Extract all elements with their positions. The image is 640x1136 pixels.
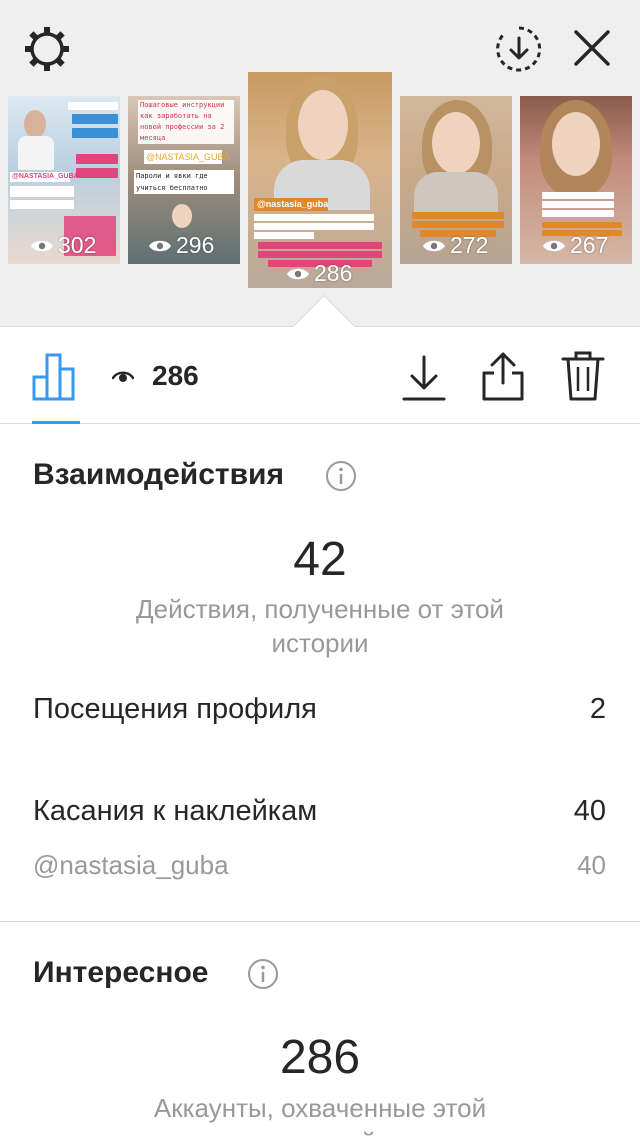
thumbnail-views-count: 267 bbox=[570, 232, 609, 258]
share-icon bbox=[482, 352, 524, 401]
eye-icon bbox=[287, 268, 309, 279]
eye-icon bbox=[543, 240, 565, 251]
story-thumbnail[interactable]: 267 bbox=[520, 96, 632, 264]
sticker-strip bbox=[412, 212, 504, 219]
gear-icon bbox=[25, 27, 69, 71]
discovery-title: Интересное bbox=[33, 956, 209, 989]
save-story-button[interactable] bbox=[494, 24, 544, 74]
close-button[interactable] bbox=[568, 24, 616, 72]
sticker-strip bbox=[76, 154, 118, 164]
download-icon bbox=[402, 355, 446, 401]
sticker-strip bbox=[254, 223, 374, 230]
sticker-strip bbox=[254, 214, 374, 221]
sticker-strip bbox=[10, 200, 74, 209]
sticker-strip bbox=[542, 210, 614, 217]
handle-sticker: @nastasia_guba bbox=[254, 198, 328, 211]
section-divider bbox=[0, 921, 640, 922]
person-image bbox=[432, 112, 480, 174]
eye-icon bbox=[423, 240, 445, 251]
download-button[interactable] bbox=[402, 349, 446, 403]
sticker-strip bbox=[10, 186, 74, 197]
sticker-strip bbox=[72, 128, 118, 138]
sticker-taps-label: Касания к наклейкам bbox=[33, 795, 318, 827]
sticker-strip bbox=[258, 242, 382, 249]
sticker-strip bbox=[412, 221, 504, 228]
interactions-caption: Действия, полученные от этой истории bbox=[136, 594, 504, 658]
pointer-mask bbox=[290, 327, 360, 357]
thumbnail-views: 272 bbox=[422, 232, 488, 259]
sticker-strip bbox=[542, 192, 614, 199]
story-thumbnail[interactable]: @NASTASIA_GUBA 302 bbox=[8, 96, 120, 264]
info-button[interactable] bbox=[325, 460, 357, 492]
discovery-total: 286 bbox=[279, 1031, 361, 1084]
story-thumbnail[interactable]: 272 bbox=[400, 96, 512, 264]
person-image bbox=[298, 90, 348, 160]
trash-icon bbox=[561, 351, 605, 401]
thumbnail-views: 286 bbox=[286, 260, 352, 287]
bar-chart-icon bbox=[32, 353, 75, 401]
sticker-strip bbox=[72, 114, 118, 124]
thumbnail-views-count: 272 bbox=[450, 232, 489, 258]
close-icon bbox=[574, 30, 610, 66]
interactions-title: Взаимодействия bbox=[33, 458, 284, 491]
sticker-strip bbox=[542, 222, 622, 228]
sticker-strip bbox=[258, 251, 382, 258]
save-story-icon bbox=[496, 26, 542, 72]
person-image bbox=[552, 112, 600, 176]
share-button[interactable] bbox=[480, 349, 526, 403]
story-thumbnail-selected[interactable]: @nastasia_guba 286 bbox=[248, 72, 392, 288]
story-caption: Пароли и явки где учиться бесплатно bbox=[134, 170, 234, 194]
thumbnail-views: 267 bbox=[542, 232, 608, 259]
thumbnail-views-count: 286 bbox=[314, 260, 353, 286]
delete-button[interactable] bbox=[560, 349, 606, 403]
sticker-strip bbox=[254, 232, 314, 239]
sticker-strip bbox=[542, 201, 614, 208]
profile-visits-value: 2 bbox=[589, 693, 606, 725]
story-strip: @NASTASIA_GUBA 302 Пошаговые инструкции … bbox=[0, 0, 640, 326]
sticker-handle-value: 40 bbox=[577, 850, 606, 880]
sticker-strip bbox=[76, 168, 118, 178]
thumbnail-views-count: 302 bbox=[58, 232, 97, 258]
handle-sticker: @NASTASIA_GUBA bbox=[144, 150, 230, 164]
interactions-total: 42 bbox=[293, 533, 347, 586]
eye-icon bbox=[149, 240, 171, 251]
thumbnail-views: 296 bbox=[148, 232, 214, 259]
thumbnail-views-count: 296 bbox=[176, 232, 215, 258]
info-icon bbox=[326, 461, 356, 491]
sticker-strip bbox=[68, 102, 118, 110]
handle-sticker: @NASTASIA_GUBA bbox=[10, 172, 79, 182]
views-count[interactable]: 286 bbox=[112, 360, 199, 392]
views-count-value: 286 bbox=[152, 360, 199, 391]
eye-icon bbox=[112, 371, 134, 382]
insights-tab[interactable] bbox=[28, 347, 82, 403]
sticker-taps-value: 40 bbox=[573, 795, 606, 827]
story-thumbnail[interactable]: Пошаговые инструкции как заработать на н… bbox=[128, 96, 240, 264]
profile-visits-label: Посещения профиля bbox=[33, 693, 317, 725]
person-image bbox=[414, 172, 498, 212]
person-image bbox=[18, 136, 54, 170]
discovery-caption: Аккаунты, охваченные этой историей bbox=[153, 1093, 487, 1136]
person-image bbox=[24, 110, 46, 138]
eye-icon bbox=[31, 240, 53, 251]
person-image bbox=[172, 204, 192, 228]
settings-button[interactable] bbox=[20, 22, 74, 76]
active-tab-indicator bbox=[32, 421, 80, 424]
story-caption: Пошаговые инструкции как заработать на н… bbox=[140, 101, 225, 142]
info-icon bbox=[248, 959, 278, 989]
info-button[interactable] bbox=[247, 958, 279, 990]
thumbnail-views: 302 bbox=[30, 232, 96, 259]
sticker-handle-label: @nastasia_guba bbox=[33, 850, 229, 880]
